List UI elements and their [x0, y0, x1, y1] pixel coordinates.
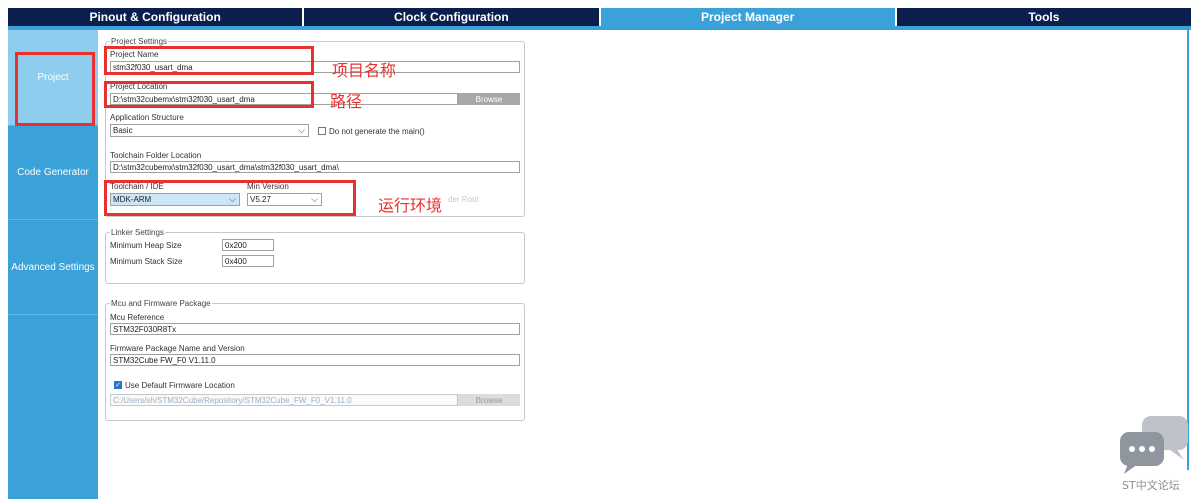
tab-tools[interactable]: Tools — [896, 8, 1191, 26]
annotation-box-project-location — [104, 81, 314, 108]
no-main-label: Do not generate the main() — [329, 127, 425, 136]
chevron-down-icon: ⌵ — [298, 125, 305, 135]
forum-watermark: ST中文论坛 — [1122, 479, 1180, 492]
firmware-package-input[interactable]: STM32Cube FW_F0 V1.11.0 — [110, 354, 520, 366]
mcu-reference-label: Mcu Reference — [110, 313, 165, 322]
firmware-location-browse-button[interactable]: Browse — [458, 394, 520, 406]
firmware-location-input[interactable]: C:/Users/sh/STM32Cube/Repository/STM32Cu… — [110, 394, 458, 406]
mcu-firmware-legend: Mcu and Firmware Package — [111, 299, 211, 308]
tab-clock-configuration[interactable]: Clock Configuration — [304, 8, 601, 26]
min-heap-input[interactable]: 0x200 — [222, 239, 274, 251]
annotation-text-path: 路径 — [330, 92, 363, 111]
annotation-box-project-name — [104, 46, 314, 75]
annotation-box-project — [15, 52, 95, 126]
tab-project-manager[interactable]: Project Manager — [600, 8, 897, 26]
no-main-checkbox[interactable] — [318, 127, 326, 135]
sidebar-item-code-generator[interactable]: Code Generator — [8, 126, 98, 220]
annotation-box-toolchain — [104, 180, 356, 216]
toolchain-folder-label: Toolchain Folder Location — [110, 151, 202, 160]
main-tab-bar: Pinout & Configuration Clock Configurati… — [8, 8, 1191, 26]
project-settings-legend: Project Settings — [111, 37, 168, 46]
linker-settings-group: Linker Settings — [105, 228, 525, 284]
toolchain-folder-input[interactable]: D:\stm32cubemx\stm32f030_usart_dma\stm32… — [110, 161, 520, 173]
min-heap-label: Minimum Heap Size — [110, 241, 182, 250]
application-structure-label: Application Structure — [110, 113, 184, 122]
annotation-text-project-name: 项目名称 — [332, 61, 397, 80]
right-panel-border — [1187, 30, 1189, 470]
tab-underline — [8, 26, 1191, 30]
use-default-firmware-checkbox[interactable]: ✓ — [114, 381, 122, 389]
sidebar-item-advanced-settings[interactable]: Advanced Settings — [8, 220, 98, 315]
application-structure-value: Basic — [113, 126, 133, 135]
tab-pinout-configuration[interactable]: Pinout & Configuration — [8, 8, 305, 26]
window-top-strip — [0, 0, 1199, 8]
generate-under-root-label: der Root — [448, 195, 479, 204]
min-stack-label: Minimum Stack Size — [110, 257, 183, 266]
min-stack-input[interactable]: 0x400 — [222, 255, 274, 267]
annotation-text-run-env: 运行环境 — [378, 196, 443, 215]
project-location-browse-button[interactable]: Browse — [458, 93, 520, 105]
use-default-firmware-label: Use Default Firmware Location — [125, 381, 235, 390]
application-structure-select[interactable]: Basic ⌵ — [110, 124, 309, 137]
firmware-package-label: Firmware Package Name and Version — [110, 344, 245, 353]
mcu-reference-input[interactable]: STM32F030R8Tx — [110, 323, 520, 335]
chat-bubbles-icon — [1120, 416, 1188, 474]
linker-settings-legend: Linker Settings — [111, 228, 164, 237]
